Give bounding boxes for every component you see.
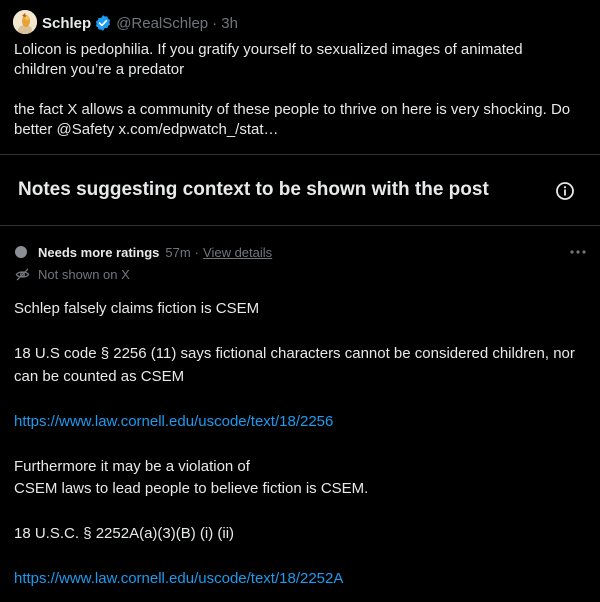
status-dot: [15, 246, 27, 258]
shown-status-row: Not shown on X: [15, 265, 130, 283]
shown-status: Not shown on X: [38, 266, 130, 282]
source-link-2256[interactable]: https://www.law.cornell.edu/uscode/text/…: [14, 413, 333, 430]
post: Schlep @RealSchlep · 3h Lolicon is pedop…: [0, 0, 600, 155]
author-name[interactable]: Schlep: [42, 15, 91, 32]
post-text-line: better @Safety x.com/edpwatch_/stat…: [14, 121, 279, 138]
meta-separator: ·: [194, 244, 200, 260]
verified-badge-icon: [94, 14, 112, 32]
post-text: Lolicon is pedophilia. If you gratify yo…: [14, 40, 586, 140]
rating-status: Needs more ratings: [38, 244, 160, 260]
note-paragraph: Furthermore it may be a violation of: [14, 457, 250, 475]
source-link-2252a[interactable]: https://www.law.cornell.edu/uscode/text/…: [14, 570, 343, 587]
eye-off-icon: [15, 267, 30, 282]
note-paragraph: 18 U.S.C. § 2252A(a)(3)(B) (i) (ii): [14, 525, 235, 542]
note-paragraph: 18 U.S code § 2256 (11) says fictional c…: [14, 345, 575, 362]
info-icon[interactable]: [555, 181, 575, 201]
note-paragraph: can be counted as CSEM: [14, 367, 185, 385]
post-text-line: the fact X allows a community of these p…: [14, 101, 571, 118]
more-icon[interactable]: [569, 244, 587, 260]
view-details-link[interactable]: View details: [203, 245, 272, 260]
post-text-line: Lolicon is pedophilia. If you gratify yo…: [14, 41, 523, 58]
post-time[interactable]: · 3h: [212, 15, 238, 32]
note-paragraph: Schlep falsely claims fiction is CSEM: [14, 300, 260, 317]
avatar[interactable]: [13, 10, 37, 34]
author-handle[interactable]: @RealSchlep: [116, 15, 208, 32]
note-body: Schlep falsely claims fiction is CSEM 18…: [14, 298, 589, 591]
note-meta: Needs more ratings 57m · View details: [15, 243, 272, 261]
note-age: 57m: [165, 244, 191, 260]
post-text-line: children you’re a predator: [14, 61, 185, 78]
notes-section-title: Notes suggesting context to be shown wit…: [18, 179, 489, 200]
note-paragraph: CSEM laws to lead people to believe fict…: [14, 480, 369, 497]
post-header: Schlep @RealSchlep · 3h: [42, 13, 238, 33]
